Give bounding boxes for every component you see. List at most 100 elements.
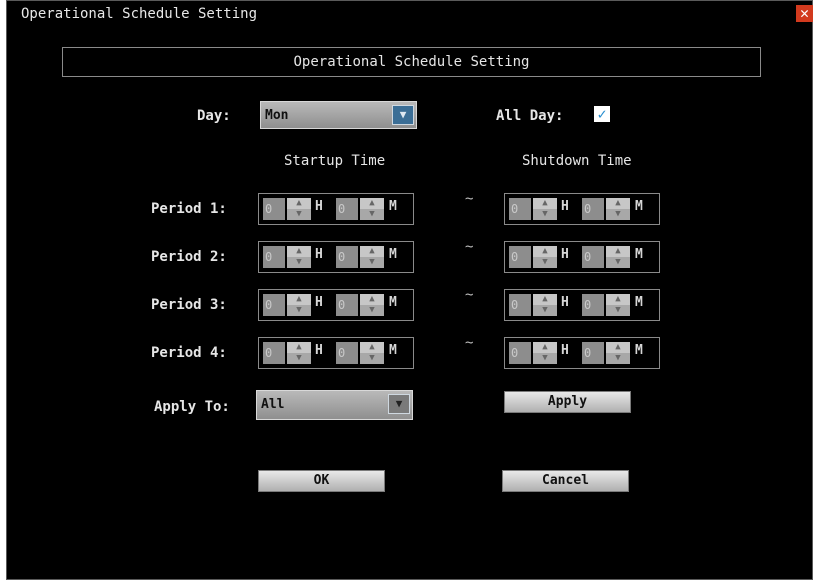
shutdown-minute-spinner[interactable]: ▲ ▼: [606, 246, 630, 268]
shutdown-hour-input[interactable]: 0: [509, 342, 531, 364]
shutdown-hour-input[interactable]: 0: [509, 246, 531, 268]
hour-unit-label: H: [561, 295, 569, 310]
spin-down-icon[interactable]: ▼: [533, 257, 557, 268]
shutdown-hour-input[interactable]: 0: [509, 198, 531, 220]
startup-minute-spinner[interactable]: ▲ ▼: [360, 198, 384, 220]
spin-down-icon[interactable]: ▼: [533, 305, 557, 316]
spin-down-icon[interactable]: ▼: [533, 353, 557, 364]
apply-to-select[interactable]: All ▼: [256, 390, 413, 420]
schedule-window: Operational Schedule Setting ✕ Operation…: [6, 0, 813, 580]
startup-hour-spinner[interactable]: ▲ ▼: [287, 246, 311, 268]
startup-hour-input[interactable]: 0: [263, 294, 285, 316]
hour-unit-label: H: [315, 343, 323, 358]
spin-up-icon[interactable]: ▲: [287, 246, 311, 257]
spin-up-icon[interactable]: ▲: [287, 342, 311, 353]
spin-up-icon[interactable]: ▲: [360, 198, 384, 209]
spin-down-icon[interactable]: ▼: [606, 209, 630, 220]
spin-up-icon[interactable]: ▲: [606, 246, 630, 257]
hour-unit-label: H: [315, 295, 323, 310]
spin-down-icon[interactable]: ▼: [360, 257, 384, 268]
day-label: Day:: [197, 108, 231, 124]
section-header-title: Operational Schedule Setting: [293, 54, 530, 70]
startup-time-box: 0 ▲ ▼ H 0 ▲ ▼ M: [258, 241, 414, 273]
shutdown-minute-spinner[interactable]: ▲ ▼: [606, 198, 630, 220]
startup-hour-input[interactable]: 0: [263, 246, 285, 268]
period-label: Period 3:: [151, 297, 227, 313]
hour-unit-label: H: [561, 199, 569, 214]
shutdown-time-box: 0 ▲ ▼ H 0 ▲ ▼ M: [504, 337, 660, 369]
spin-up-icon[interactable]: ▲: [606, 294, 630, 305]
startup-hour-input[interactable]: 0: [263, 342, 285, 364]
spin-up-icon[interactable]: ▲: [360, 294, 384, 305]
chevron-down-icon[interactable]: ▼: [388, 394, 410, 414]
spin-down-icon[interactable]: ▼: [606, 353, 630, 364]
shutdown-hour-input[interactable]: 0: [509, 294, 531, 316]
minute-unit-label: M: [635, 343, 643, 358]
startup-minute-spinner[interactable]: ▲ ▼: [360, 294, 384, 316]
spin-down-icon[interactable]: ▼: [360, 305, 384, 316]
spin-down-icon[interactable]: ▼: [287, 209, 311, 220]
spin-down-icon[interactable]: ▼: [606, 305, 630, 316]
spin-up-icon[interactable]: ▲: [360, 342, 384, 353]
minute-unit-label: M: [635, 295, 643, 310]
spin-down-icon[interactable]: ▼: [287, 305, 311, 316]
chevron-down-icon[interactable]: ▼: [392, 105, 414, 125]
range-separator: ~: [465, 335, 474, 351]
hour-unit-label: H: [315, 199, 323, 214]
period-label: Period 1:: [151, 201, 227, 217]
minute-unit-label: M: [389, 199, 397, 214]
spin-up-icon[interactable]: ▲: [533, 342, 557, 353]
spin-up-icon[interactable]: ▲: [533, 198, 557, 209]
shutdown-minute-input[interactable]: 0: [582, 294, 604, 316]
spin-up-icon[interactable]: ▲: [606, 198, 630, 209]
shutdown-minute-input[interactable]: 0: [582, 342, 604, 364]
shutdown-time-heading: Shutdown Time: [522, 153, 632, 169]
startup-minute-input[interactable]: 0: [336, 342, 358, 364]
startup-time-box: 0 ▲ ▼ H 0 ▲ ▼ M: [258, 193, 414, 225]
startup-time-heading: Startup Time: [284, 153, 386, 169]
startup-hour-spinner[interactable]: ▲ ▼: [287, 294, 311, 316]
minute-unit-label: M: [389, 295, 397, 310]
spin-up-icon[interactable]: ▲: [533, 246, 557, 257]
spin-down-icon[interactable]: ▼: [287, 353, 311, 364]
spin-down-icon[interactable]: ▼: [606, 257, 630, 268]
range-separator: ~: [465, 287, 474, 303]
startup-hour-spinner[interactable]: ▲ ▼: [287, 342, 311, 364]
minute-unit-label: M: [389, 247, 397, 262]
startup-minute-spinner[interactable]: ▲ ▼: [360, 342, 384, 364]
startup-minute-spinner[interactable]: ▲ ▼: [360, 246, 384, 268]
startup-minute-input[interactable]: 0: [336, 246, 358, 268]
hour-unit-label: H: [561, 247, 569, 262]
spin-up-icon[interactable]: ▲: [360, 246, 384, 257]
spin-down-icon[interactable]: ▼: [287, 257, 311, 268]
spin-down-icon[interactable]: ▼: [360, 353, 384, 364]
startup-hour-spinner[interactable]: ▲ ▼: [287, 198, 311, 220]
spin-up-icon[interactable]: ▲: [287, 198, 311, 209]
startup-minute-input[interactable]: 0: [336, 294, 358, 316]
startup-minute-input[interactable]: 0: [336, 198, 358, 220]
close-icon[interactable]: ✕: [796, 5, 813, 22]
apply-button[interactable]: Apply: [504, 391, 631, 413]
spin-up-icon[interactable]: ▲: [533, 294, 557, 305]
ok-button[interactable]: OK: [258, 470, 385, 492]
shutdown-hour-spinner[interactable]: ▲ ▼: [533, 342, 557, 364]
shutdown-minute-input[interactable]: 0: [582, 198, 604, 220]
hour-unit-label: H: [561, 343, 569, 358]
shutdown-minute-input[interactable]: 0: [582, 246, 604, 268]
spin-down-icon[interactable]: ▼: [533, 209, 557, 220]
all-day-checkbox[interactable]: ✓: [594, 106, 610, 122]
shutdown-minute-spinner[interactable]: ▲ ▼: [606, 294, 630, 316]
shutdown-hour-spinner[interactable]: ▲ ▼: [533, 294, 557, 316]
minute-unit-label: M: [635, 199, 643, 214]
shutdown-hour-spinner[interactable]: ▲ ▼: [533, 198, 557, 220]
startup-hour-input[interactable]: 0: [263, 198, 285, 220]
shutdown-time-box: 0 ▲ ▼ H 0 ▲ ▼ M: [504, 241, 660, 273]
spin-up-icon[interactable]: ▲: [606, 342, 630, 353]
shutdown-minute-spinner[interactable]: ▲ ▼: [606, 342, 630, 364]
cancel-button[interactable]: Cancel: [502, 470, 629, 492]
shutdown-hour-spinner[interactable]: ▲ ▼: [533, 246, 557, 268]
spin-down-icon[interactable]: ▼: [360, 209, 384, 220]
day-select[interactable]: Mon ▼: [260, 101, 417, 129]
spin-up-icon[interactable]: ▲: [287, 294, 311, 305]
window-title: Operational Schedule Setting: [21, 6, 258, 22]
